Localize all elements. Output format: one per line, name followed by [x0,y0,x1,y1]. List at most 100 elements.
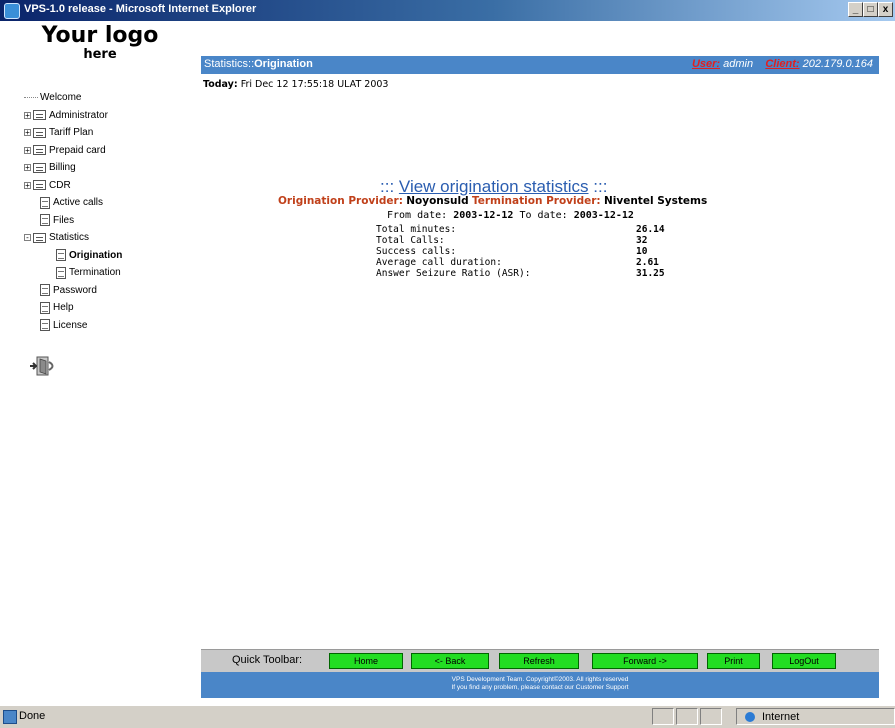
tree-item-license[interactable]: License [24,317,122,335]
page-header-bar: Statistics::Origination User: admin Clie… [201,56,879,74]
print-button[interactable]: Print [707,653,760,669]
maximize-button[interactable]: □ [863,2,878,17]
page-icon [3,710,17,724]
stat-value: 2.61 [636,257,659,268]
client-label: Client: [765,58,800,70]
tree-label: Files [53,214,75,226]
footer-copyright: VPS Development Team. Copyright©2003. Al… [451,676,629,683]
logout-button[interactable]: LogOut [772,653,836,669]
tree-item-prepaid-card[interactable]: + Prepaid card [24,142,122,160]
folder-icon [33,180,46,191]
refresh-button[interactable]: Refresh [499,653,579,669]
exit-icon[interactable] [28,355,58,377]
stat-value: 32 [636,235,648,246]
link-text[interactable]: View origination statistics [399,177,589,196]
tree-item-administrator[interactable]: + Administrator [24,107,122,125]
from-label: From date: [387,210,448,221]
document-icon [40,319,50,332]
client-value: 202.179.0.164 [802,58,873,70]
breadcrumb: Statistics::Origination [204,58,313,70]
window-title: VPS-1.0 release - Microsoft Internet Exp… [24,3,257,15]
orig-provider-label: Origination Provider: [278,195,403,207]
forward-button[interactable]: Forward -> [592,653,698,669]
to-label: To date: [519,210,568,221]
stat-label: Average call duration: [376,257,502,268]
quick-toolbar: Quick Toolbar: Home <- Back Refresh Forw… [201,649,879,672]
term-provider-label: Termination Provider: [471,195,601,207]
tree-item-welcome[interactable]: Welcome [24,89,122,107]
stat-row: Success calls: 10 [376,246,706,257]
view-statistics-link[interactable]: ::: View origination statistics ::: [380,177,607,197]
expand-icon[interactable]: + [24,181,31,189]
tree-item-password[interactable]: Password [24,282,122,300]
expand-icon[interactable]: + [24,146,31,154]
tree-item-billing[interactable]: + Billing [24,159,122,177]
status-panel [652,708,674,725]
folder-icon [33,232,46,243]
link-suffix: ::: [593,177,608,196]
tree-label: License [53,319,88,331]
tree-item-statistics[interactable]: - Statistics [24,229,122,247]
date-range: From date: 2003-12-12 To date: 2003-12-1… [387,210,634,221]
globe-icon [745,712,755,722]
tree-label: Statistics [49,232,90,244]
collapse-icon[interactable]: - [24,234,31,242]
tree-label: Password [53,284,97,296]
tree-label: CDR [49,179,71,191]
from-value: 2003-12-12 [453,210,514,221]
tree-label: Active calls [53,197,104,209]
stat-label: Answer Seizure Ratio (ASR): [376,268,531,279]
page-viewport: Your logo here Welcome + Administrator +… [0,21,895,705]
breadcrumb-section: Statistics:: [204,58,255,70]
status-panel [676,708,698,725]
document-icon [40,301,50,314]
tree-label: Administrator [49,109,108,121]
status-text: Done [19,710,46,722]
expand-icon[interactable]: + [24,129,31,137]
stat-label: Total Calls: [376,235,445,246]
stat-value: 31.25 [636,268,665,279]
to-value: 2003-12-12 [573,210,634,221]
status-bar: Done Internet [0,705,895,728]
stat-row: Average call duration: 2.61 [376,257,706,268]
logo-line-1: Your logo [41,23,159,48]
toolbar-label: Quick Toolbar: [232,654,303,666]
folder-icon [33,110,46,121]
back-button[interactable]: <- Back [411,653,489,669]
expand-icon[interactable]: + [24,111,31,119]
window-title-bar[interactable]: VPS-1.0 release - Microsoft Internet Exp… [0,0,895,21]
stat-value: 26.14 [636,224,665,235]
tree-label: Billing [49,162,76,174]
document-icon [56,266,66,279]
close-button[interactable]: x [878,2,893,17]
ie-icon [4,3,20,19]
today-line: Today: Fri Dec 12 17:55:18 ULAT 2003 [203,79,388,90]
tree-item-active-calls[interactable]: Active calls [24,194,122,212]
footer-support: If you find any problem, please contact … [451,684,629,691]
tree-item-tariff-plan[interactable]: + Tariff Plan [24,124,122,142]
status-panel [700,708,722,725]
providers-line: Origination Provider: Noyonsuld Terminat… [278,195,707,207]
folder-icon [33,162,46,173]
tree-item-origination[interactable]: Origination [24,247,122,265]
window-controls: _ □ x [848,2,893,17]
home-button[interactable]: Home [329,653,403,669]
tree-item-files[interactable]: Files [24,212,122,230]
tree-item-help[interactable]: Help [24,299,122,317]
document-icon [40,284,50,297]
minimize-button[interactable]: _ [848,2,863,17]
zone-label: Internet [762,711,800,723]
tree-item-termination[interactable]: Termination [24,264,122,282]
orig-provider-value: Noyonsuld [406,195,469,207]
document-icon [40,214,50,227]
tree-label: Prepaid card [49,144,106,156]
stats-table: Total minutes: 26.14 Total Calls: 32 Suc… [376,224,706,279]
tree-item-cdr[interactable]: + CDR [24,177,122,195]
stat-label: Total minutes: [376,224,457,235]
expand-icon[interactable]: + [24,164,31,172]
term-provider-value: Niventel Systems [603,195,708,207]
stat-label: Success calls: [376,246,457,257]
user-value: admin [723,58,754,70]
tree-line [24,96,38,99]
logo: Your logo here [25,24,175,62]
